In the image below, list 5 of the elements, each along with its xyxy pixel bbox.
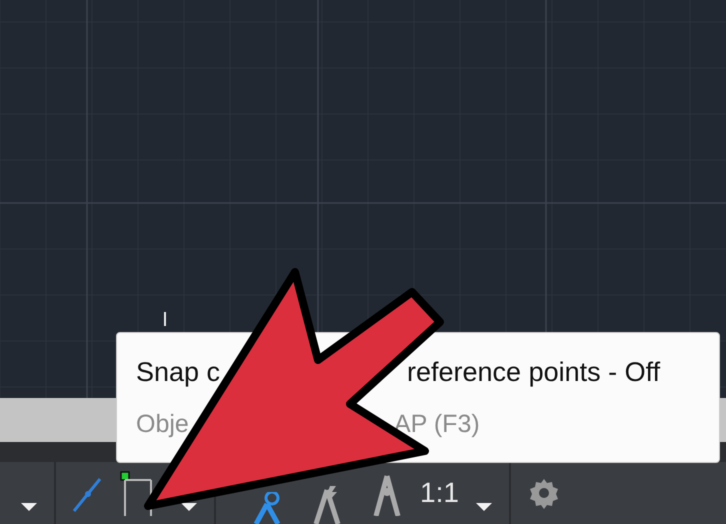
tooltip-title: reference points - Off (407, 357, 660, 388)
tooltip-shortcut: AP (F3) (394, 410, 480, 439)
annotation-scale[interactable]: 1:1 (420, 477, 459, 509)
tooltip-title: Snap c (136, 357, 220, 388)
tooltip-shortcut: Obje (136, 410, 189, 439)
